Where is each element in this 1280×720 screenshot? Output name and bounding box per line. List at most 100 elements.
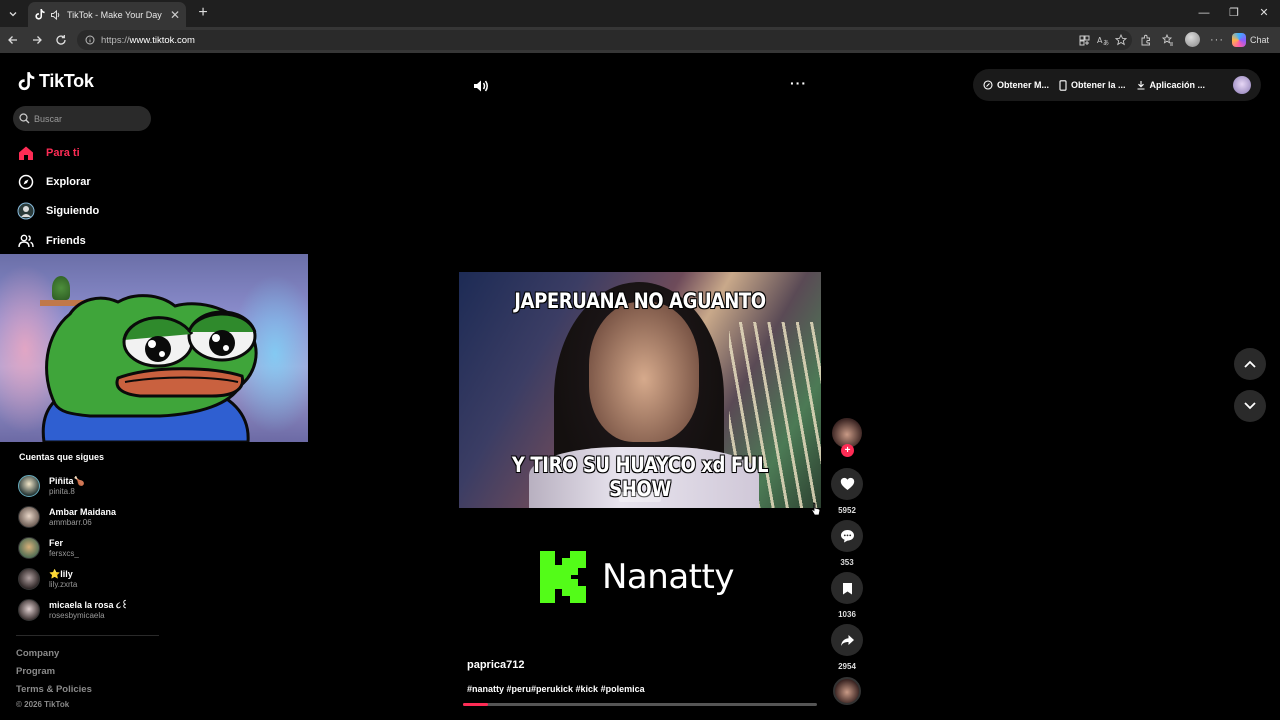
browser-tab-tiktok[interactable]: TikTok - Make Your Day ✕ xyxy=(28,2,186,27)
account-name: Piñita🍗 xyxy=(49,475,85,486)
previous-video-button[interactable] xyxy=(1234,348,1266,380)
favorites-list-icon[interactable] xyxy=(1161,33,1175,47)
follow-plus-icon[interactable]: + xyxy=(841,444,854,457)
volume-icon[interactable] xyxy=(472,77,490,95)
reload-icon[interactable] xyxy=(52,31,70,49)
address-bar[interactable]: https://www.tiktok.com xyxy=(77,30,1132,50)
video-watermark xyxy=(619,492,661,502)
following-account[interactable]: Fer fersxcs_ xyxy=(18,536,79,560)
settings-more-icon[interactable]: ··· xyxy=(1210,33,1224,47)
nav-label: Siguiendo xyxy=(46,205,100,217)
nav-item-friends[interactable]: Friends xyxy=(17,231,86,251)
avatar xyxy=(18,475,40,497)
copilot-icon xyxy=(1232,33,1246,47)
app-available-icon[interactable] xyxy=(1077,33,1091,47)
avatar xyxy=(18,568,40,590)
user-avatar[interactable] xyxy=(1233,76,1251,94)
tiktok-logo-icon xyxy=(18,72,35,91)
tab-actions-menu-button[interactable] xyxy=(4,5,22,22)
footer-link-company[interactable]: Company xyxy=(16,648,59,659)
tab-audio-speaker-icon[interactable] xyxy=(50,9,62,21)
close-window-icon[interactable]: ✕ xyxy=(1256,5,1272,21)
tab-close-icon[interactable]: ✕ xyxy=(170,8,180,22)
copyright: © 2026 TikTok xyxy=(16,700,70,709)
get-coins-button[interactable]: Obtener M... xyxy=(983,80,1049,90)
chevron-up-icon xyxy=(1244,360,1256,368)
brand-name: Nanatty xyxy=(602,557,734,597)
desktop-app-button[interactable]: Aplicación ... xyxy=(1136,80,1206,90)
following-account[interactable]: micaela la rosa ૮꒰ rosesbymicaela xyxy=(18,598,128,622)
comment-count: 353 xyxy=(840,558,854,567)
account-handle: pinita.8 xyxy=(49,486,75,496)
footer-link-program[interactable]: Program xyxy=(16,666,55,677)
kick-logo-icon xyxy=(540,551,586,603)
comment-action: 353 xyxy=(831,520,863,567)
site-info-icon[interactable] xyxy=(85,35,95,45)
avatar xyxy=(18,506,40,528)
tiktok-favicon-icon xyxy=(34,9,45,20)
following-avatar-icon xyxy=(17,202,35,220)
video-person-face xyxy=(589,302,699,442)
desktop-app-label: Aplicación ... xyxy=(1149,80,1206,90)
heart-icon xyxy=(840,477,854,490)
video-progress-bar[interactable] xyxy=(463,703,817,706)
next-video-button[interactable] xyxy=(1234,390,1266,422)
share-count: 2954 xyxy=(838,662,856,671)
more-options-icon[interactable]: ··· xyxy=(790,75,807,91)
get-app-label: Obtener la ... xyxy=(1071,80,1126,90)
avatar xyxy=(18,599,40,621)
video-author[interactable]: paprica712 xyxy=(467,659,524,671)
account-handle: fersxcs_ xyxy=(49,548,79,558)
comment-button[interactable] xyxy=(831,520,863,552)
back-arrow-icon[interactable] xyxy=(4,31,22,49)
video-progress-fill xyxy=(463,703,488,706)
following-account[interactable]: Ambar Maidana ammbarr.06 xyxy=(18,505,116,529)
nav-label: Para ti xyxy=(46,147,80,159)
account-name: Fer xyxy=(49,537,64,548)
favorite-star-icon[interactable] xyxy=(1114,33,1128,47)
forward-arrow-icon[interactable] xyxy=(28,31,46,49)
restore-window-icon[interactable]: ❐ xyxy=(1226,5,1242,21)
streamer-webcam-overlay xyxy=(0,254,308,442)
following-account[interactable]: Piñita🍗 pinita.8 xyxy=(18,474,85,498)
new-tab-button[interactable]: + xyxy=(194,4,212,22)
following-account[interactable]: ⭐lily lily.zxrta xyxy=(18,567,77,591)
extensions-puzzle-icon[interactable] xyxy=(1139,33,1153,47)
bookmark-icon xyxy=(842,582,852,594)
nav-label: Explorar xyxy=(46,176,91,188)
nav-item-siguiendo[interactable]: Siguiendo xyxy=(17,201,99,221)
avatar xyxy=(18,537,40,559)
like-button[interactable] xyxy=(831,468,863,500)
nav-item-para-ti[interactable]: Para ti xyxy=(17,143,80,163)
comment-icon xyxy=(840,530,854,543)
friends-icon xyxy=(17,232,35,250)
tiktok-logo[interactable]: TikTok xyxy=(18,71,94,92)
translate-icon[interactable]: Aあ xyxy=(1096,33,1110,47)
browser-profile-avatar[interactable] xyxy=(1185,32,1200,47)
get-app-button[interactable]: Obtener la ... xyxy=(1059,79,1126,91)
share-arrow-icon xyxy=(840,634,854,646)
search-input[interactable] xyxy=(34,113,134,124)
save-button[interactable] xyxy=(831,572,863,604)
video-caption-top: JAPERUANA NO AGUANTO xyxy=(514,289,766,313)
minimize-window-icon[interactable]: — xyxy=(1196,5,1212,21)
share-button[interactable] xyxy=(831,624,863,656)
pepe-frog-image xyxy=(41,294,258,442)
chevron-down-icon xyxy=(1244,402,1256,410)
nav-item-explorar[interactable]: Explorar xyxy=(17,172,91,192)
video-hashtags[interactable]: #nanatty #peru#perukick #kick #polemica xyxy=(467,684,645,694)
mouse-hand-cursor-icon xyxy=(811,502,821,516)
music-disc-avatar[interactable] xyxy=(833,677,861,705)
compass-icon xyxy=(17,173,35,191)
search-box[interactable] xyxy=(13,106,151,131)
footer-link-terms[interactable]: Terms & Policies xyxy=(16,684,92,695)
chevron-down-icon xyxy=(9,11,17,16)
search-icon xyxy=(19,113,30,124)
copilot-chat-button[interactable]: Chat xyxy=(1232,31,1269,49)
svg-text:あ: あ xyxy=(1103,40,1109,46)
account-handle: ammbarr.06 xyxy=(49,517,92,527)
coin-icon xyxy=(983,80,993,90)
save-action: 1036 xyxy=(831,572,863,619)
account-handle: lily.zxrta xyxy=(49,579,78,589)
video-player[interactable]: JAPERUANA NO AGUANTO Y TIRO SU HUAYCO xd… xyxy=(459,272,821,508)
